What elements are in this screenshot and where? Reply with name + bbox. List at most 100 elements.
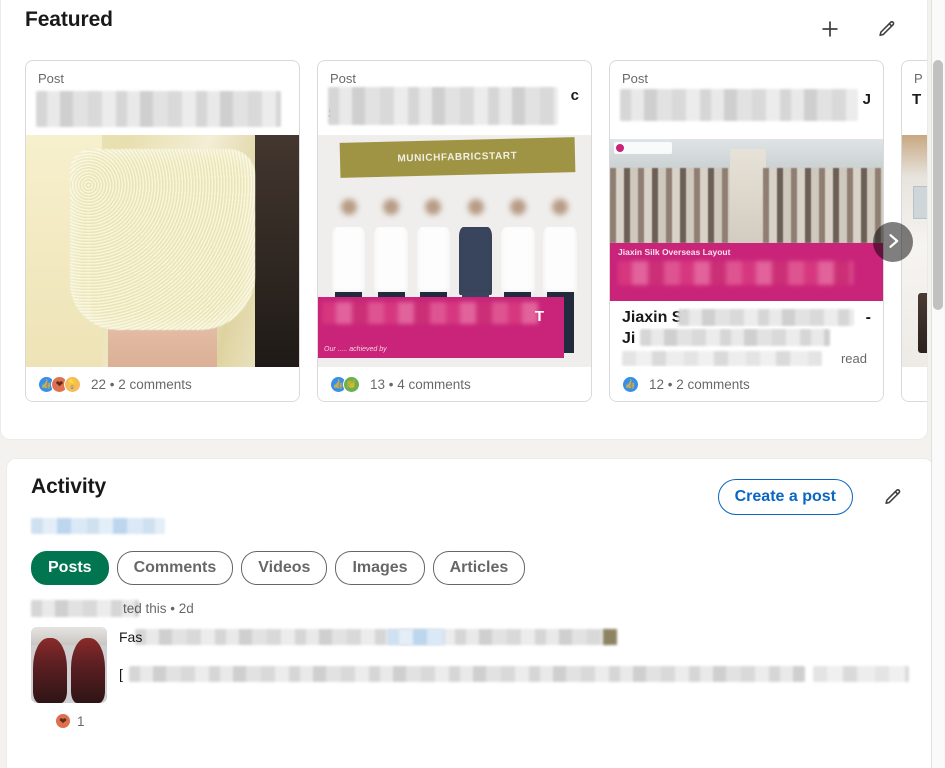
filter-pill-posts[interactable]: Posts: [31, 551, 109, 585]
filter-pill-comments[interactable]: Comments: [116, 551, 234, 585]
activity-item-line-2-prefix: [: [119, 666, 123, 682]
garment-factory-photo: Jiaxin Silk Overseas Layout Jiaxin Si - …: [610, 135, 883, 367]
article-subtext-tail: read: [840, 351, 867, 367]
redacted-title: [328, 87, 558, 125]
reaction-count-text: 12 • 2 comments: [649, 376, 750, 392]
love-icon: ❤: [55, 713, 71, 729]
reactions-group: 👍: [622, 375, 639, 393]
featured-card-title-tail: c: [570, 87, 579, 104]
activity-item-body: Fas [: [31, 627, 909, 703]
redacted-overlay-text: [322, 302, 539, 325]
redacted-subtext: [622, 351, 822, 367]
redacted-body-2: [129, 666, 805, 682]
redacted-banner-text: [618, 261, 853, 286]
featured-card[interactable]: Post Si c MUNICHFABRICSTART: [317, 60, 592, 402]
photo-overlay-banner: T Our ..... achieved by: [318, 297, 564, 358]
insight-icon: 💡: [64, 375, 81, 393]
redacted-body-1-tail: [603, 629, 617, 645]
article-banner-kicker: Jiaxin Silk Overseas Layout: [618, 247, 731, 258]
featured-header-actions: [813, 8, 903, 46]
featured-card[interactable]: Post J Jiaxin Silk Overseas Layout Jiaxi…: [609, 60, 884, 402]
team-group-photo: MUNICHFABRICSTART T Our ..... achieved b…: [318, 135, 591, 367]
article-heading-tail: -: [865, 309, 871, 327]
photo-shadow: [255, 135, 299, 367]
featured-header: Featured: [1, 0, 927, 46]
edit-featured-button[interactable]: [869, 12, 903, 46]
featured-card[interactable]: Post 👍 ❤ 💡 22 • 2 comments: [25, 60, 300, 402]
featured-card-stats: 👍 ❤ 💡 22 • 2 comments: [26, 367, 299, 401]
activity-list-item[interactable]: ted this • 2d Fas [❤ 1: [7, 585, 933, 729]
featured-card-media: [26, 135, 299, 367]
factory-logo: [614, 142, 672, 154]
page-scrollbar[interactable]: [931, 0, 945, 768]
plus-icon: [819, 18, 841, 40]
featured-card-header: P T: [902, 61, 927, 135]
article-heading: Jiaxin Si -: [622, 307, 871, 328]
activity-header: Activity Create a post: [7, 459, 933, 515]
featured-card-title-tail: J: [862, 91, 871, 108]
reaction-count-text: 22 • 2 comments: [91, 376, 192, 392]
featured-card-kicker: P: [914, 71, 923, 86]
featured-card-stats: 👍 12 • 2 comments: [610, 367, 883, 401]
redacted-heading: [678, 309, 854, 327]
pencil-icon: [882, 487, 903, 508]
like-icon: 👍: [622, 375, 639, 393]
activity-item-meta: ted this • 2d: [31, 600, 909, 619]
celebrate-icon: 👏: [343, 375, 360, 393]
redacted-followers: [31, 517, 165, 534]
activity-reaction-count: 1: [77, 713, 85, 729]
carousel-next-button[interactable]: [873, 222, 913, 262]
article-preview: Jiaxin Si - Ji read: [610, 301, 883, 367]
redacted-heading-2: [640, 329, 830, 347]
overlay-small-text: Our ..... achieved by: [324, 345, 387, 353]
create-post-button[interactable]: Create a post: [717, 479, 853, 515]
reaction-count-text: 13 • 4 comments: [370, 376, 471, 392]
activity-title: Activity: [31, 475, 107, 498]
chevron-right-icon: [883, 231, 903, 254]
photo-leg: [107, 297, 218, 367]
redacted-title: [620, 89, 858, 121]
activity-item-line-2: [: [119, 666, 909, 683]
filter-pill-articles[interactable]: Articles: [432, 551, 526, 585]
activity-header-actions: Create a post: [717, 475, 909, 515]
featured-card-header: Post Si c: [318, 61, 591, 135]
featured-card-kicker: Post: [38, 71, 65, 86]
featured-card-header: Post: [26, 61, 299, 135]
factory-floor-photo: [610, 139, 883, 244]
add-featured-button[interactable]: [813, 12, 847, 46]
featured-card-stats: [902, 367, 927, 401]
article-heading-line2-text: Ji: [622, 330, 636, 348]
featured-title: Featured: [25, 8, 113, 31]
featured-card-title-visible: T: [912, 91, 922, 108]
activity-filters: Posts Comments Videos Images Articles: [7, 537, 933, 585]
activity-followers[interactable]: [7, 515, 933, 537]
featured-carousel-track: Post 👍 ❤ 💡 22 • 2 comments Post c MUNICH…: [25, 60, 927, 402]
featured-card-kicker: Post: [622, 71, 649, 86]
activity-section: Activity Create a post Posts Comments Vi…: [6, 458, 934, 768]
activity-item-line-1: Fas: [119, 629, 909, 646]
filter-pill-images[interactable]: Images: [335, 551, 425, 585]
redacted-title: [36, 91, 281, 127]
featured-card-stats: 👍 👏 13 • 4 comments: [318, 367, 591, 401]
filter-pill-videos[interactable]: Videos: [241, 551, 328, 585]
activity-item-line-1-prefix: Fas: [119, 629, 143, 645]
edit-activity-button[interactable]: [875, 480, 909, 514]
featured-card-media: Jiaxin Silk Overseas Layout Jiaxin Si - …: [610, 135, 883, 367]
featured-card-header: Post J: [610, 61, 883, 135]
redacted-body-2-tail: [813, 666, 909, 682]
featured-section: Featured Post 👍 ❤ 💡 22 • 2 comments Post…: [0, 0, 928, 440]
redacted-body-1: [135, 629, 611, 645]
activity-item-meta-text: ted this • 2d: [123, 601, 194, 616]
activity-item-thumbnail[interactable]: [31, 627, 107, 703]
activity-item-text: Fas [: [119, 627, 909, 703]
featured-carousel: Post 👍 ❤ 💡 22 • 2 comments Post c MUNICH…: [1, 46, 927, 426]
article-banner: Jiaxin Silk Overseas Layout: [610, 243, 883, 302]
reactions-group: 👍 👏: [330, 375, 360, 393]
page-scrollbar-thumb[interactable]: [933, 60, 943, 310]
reactions-group: 👍 ❤ 💡: [38, 375, 81, 393]
pencil-icon: [876, 19, 897, 40]
beaded-garment-photo: [26, 135, 299, 367]
featured-card-kicker: Post: [330, 71, 357, 86]
tradeshow-banner: MUNICHFABRICSTART: [339, 136, 575, 178]
article-heading-line2: Ji: [622, 328, 871, 349]
